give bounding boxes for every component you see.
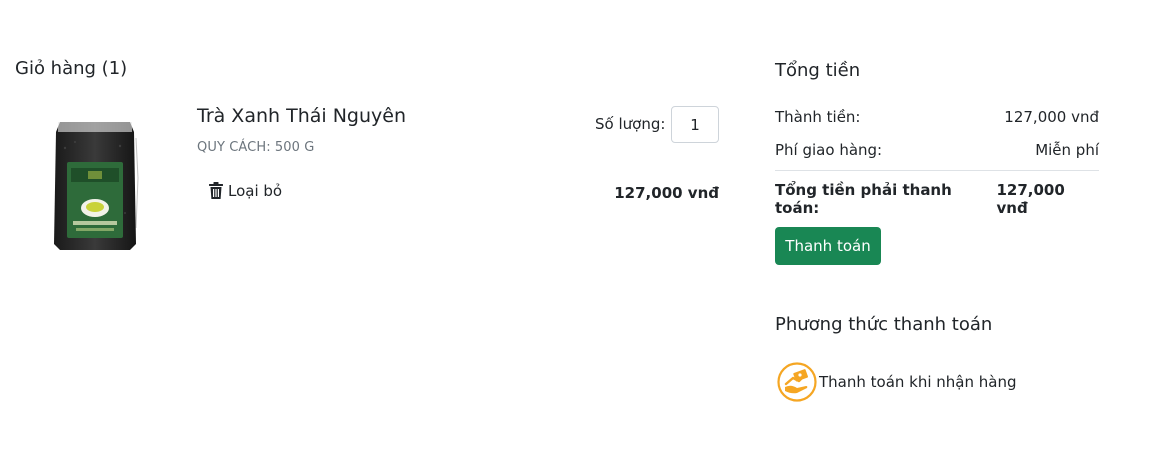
payment-option-label: Thanh toán khi nhận hàng [819,373,1017,391]
summary-title: Tổng tiền [775,60,861,81]
remove-label: Loại bỏ [228,182,283,200]
summary-divider [775,170,1099,171]
line-item-price: 127,000 vnđ [614,184,719,202]
tea-package-image [54,122,139,250]
payment-method-title: Phương thức thanh toán [775,314,993,335]
remove-item-button[interactable]: Loại bỏ [208,182,282,200]
subtotal-value: 127,000 vnđ [1004,108,1099,126]
cart-title: Giỏ hàng (1) [15,58,128,79]
product-spec: QUY CÁCH: 500 G [197,140,315,155]
subtotal-label: Thành tiền: [775,108,861,126]
subtotal-row: Thành tiền: 127,000 vnđ [775,108,1099,126]
total-label: Tổng tiền phải thanh toán: [775,181,952,217]
product-name[interactable]: Trà Xanh Thái Nguyên [197,105,406,127]
payment-option-cod[interactable]: Thanh toán khi nhận hàng [777,362,1017,402]
trash-icon [208,182,224,200]
total-row: Tổng tiền phải thanh toán: 127,000 vnđ [775,181,1099,217]
quantity-label: Số lượng: [595,115,666,133]
total-value: 127,000 vnđ [996,181,1065,217]
cash-on-delivery-icon [777,362,817,402]
cart-page: Giỏ hàng (1) Trà Xanh Thái Nguyên QUY CÁ… [0,0,1149,476]
shipping-value: Miễn phí [1035,141,1099,159]
shipping-label: Phí giao hàng: [775,141,883,159]
checkout-button[interactable]: Thanh toán [775,227,881,265]
quantity-input[interactable] [671,106,719,143]
shipping-row: Phí giao hàng: Miễn phí [775,141,1099,159]
product-image[interactable] [50,118,140,254]
